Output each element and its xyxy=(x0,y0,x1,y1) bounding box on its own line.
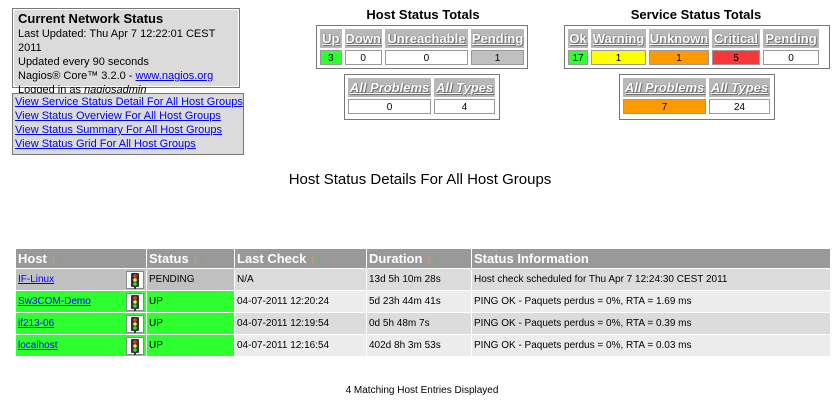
page-title: Host Status Details For All Host Groups xyxy=(288,171,552,188)
host-pending-count: 1 xyxy=(471,50,524,65)
host-link[interactable]: Sw3COM-Demo xyxy=(18,296,91,307)
col-status-info-label: Status Information xyxy=(474,251,589,266)
service-all-problems-header[interactable]: All Problems xyxy=(623,78,706,97)
host-up-count: 3 xyxy=(320,50,342,65)
status-title: Current Network Status xyxy=(18,11,164,26)
host-status-table: Host ↑↓ Status ↑↓ Last Check ↑↓ Duration… xyxy=(15,248,831,357)
last-check: N/A xyxy=(235,269,366,290)
duration: 5d 23h 44m 41s xyxy=(367,291,471,312)
sort-desc-icon[interactable]: ↓ xyxy=(432,252,438,266)
host-cell: if213-06 xyxy=(16,313,146,334)
service-warning-count: 1 xyxy=(591,50,646,65)
col-duration-label: Duration xyxy=(369,251,423,266)
col-status-label: Status xyxy=(149,251,189,266)
host-unreachable-header[interactable]: Unreachable xyxy=(384,29,469,48)
service-all-types-header[interactable]: All Types xyxy=(709,78,770,97)
last-check: 04-07-2011 12:20:24 xyxy=(235,291,366,312)
sort-desc-icon[interactable]: ↓ xyxy=(316,252,322,266)
service-all-types-count: 24 xyxy=(709,99,770,114)
update-interval: Updated every 90 seconds xyxy=(18,56,149,68)
hostgroup-links: View Service Status Detail For All Host … xyxy=(12,93,244,155)
table-header-row: Host ↑↓ Status ↑↓ Last Check ↑↓ Duration… xyxy=(16,249,830,268)
col-status: Status ↑↓ xyxy=(147,249,234,268)
matching-entries-count: 4 Matching Host Entries Displayed xyxy=(345,385,499,396)
service-pending-count: 0 xyxy=(763,50,819,65)
network-status-box: Current Network Status Last Updated: Thu… xyxy=(12,8,240,96)
host-link[interactable]: if213-06 xyxy=(18,318,54,329)
host-unreachable-count: 0 xyxy=(384,50,469,65)
last-check: 04-07-2011 12:16:54 xyxy=(235,335,366,356)
service-all-problems-count: 7 xyxy=(623,99,706,114)
status-information: Host check scheduled for Thu Apr 7 12:24… xyxy=(472,269,830,290)
last-updated: Last Updated: Thu Apr 7 12:22:01 CEST 20… xyxy=(18,28,216,54)
host-cell: localhost xyxy=(16,335,146,356)
nagios-link[interactable]: www.nagios.org xyxy=(136,70,214,82)
host-status: UP xyxy=(147,313,234,334)
duration: 13d 5h 10m 28s xyxy=(367,269,471,290)
service-totals-box: Ok Warning Unknown Critical Pending 17 1… xyxy=(564,25,830,69)
service-ok-header[interactable]: Ok xyxy=(568,29,588,48)
host-down-header[interactable]: Down xyxy=(344,29,382,48)
service-critical-count: 5 xyxy=(712,50,760,65)
host-all-types-count: 4 xyxy=(434,99,495,114)
host-status: UP xyxy=(147,335,234,356)
last-check: 04-07-2011 12:19:54 xyxy=(235,313,366,334)
status-information: PING OK - Paquets perdus = 0%, RTA = 0.3… xyxy=(472,313,830,334)
col-host-label: Host xyxy=(18,251,47,266)
link-status-summary[interactable]: View Status Summary For All Host Groups xyxy=(15,123,241,137)
service-ok-count: 17 xyxy=(568,50,588,65)
host-cell: Sw3COM-Demo xyxy=(16,291,146,312)
col-last-check: Last Check ↑↓ xyxy=(235,249,366,268)
service-unknown-count: 1 xyxy=(649,50,709,65)
link-service-detail[interactable]: View Service Status Detail For All Host … xyxy=(15,95,243,109)
host-link[interactable]: localhost xyxy=(18,340,57,351)
service-totals-title: Service Status Totals xyxy=(630,7,762,22)
host-up-header[interactable]: Up xyxy=(320,29,342,48)
table-row: localhost UP 04-07-2011 12:16:54 402d 8h 3m… xyxy=(16,335,830,356)
table-row: if213-06 UP 04-07-2011 12:19:54 0d 5h 48m 7… xyxy=(16,313,830,334)
service-critical-header[interactable]: Critical xyxy=(712,29,760,48)
service-problems-box: All Problems All Types 7 24 xyxy=(619,74,775,120)
host-all-types-header[interactable]: All Types xyxy=(434,78,495,97)
status-map-icon[interactable] xyxy=(126,271,144,289)
host-totals-title: Host Status Totals xyxy=(366,7,480,22)
host-status: UP xyxy=(147,291,234,312)
version-text: Nagios® Core™ 3.2.0 - xyxy=(18,70,136,82)
sort-desc-icon[interactable]: ↓ xyxy=(198,252,204,266)
duration: 0d 5h 48m 7s xyxy=(367,313,471,334)
version-line: Nagios® Core™ 3.2.0 - www.nagios.org xyxy=(18,69,234,83)
status-map-icon[interactable] xyxy=(126,315,144,333)
table-row: Sw3COM-Demo UP 04-07-2011 12:20:24 5d 23h 4… xyxy=(16,291,830,312)
col-duration: Duration ↑↓ xyxy=(367,249,471,268)
service-warning-header[interactable]: Warning xyxy=(591,29,646,48)
host-all-problems-header[interactable]: All Problems xyxy=(348,78,431,97)
host-all-problems-count: 0 xyxy=(348,99,431,114)
status-map-icon[interactable] xyxy=(126,337,144,355)
status-information: PING OK - Paquets perdus = 0%, RTA = 1.6… xyxy=(472,291,830,312)
host-problems-box: All Problems All Types 0 4 xyxy=(344,74,500,120)
col-last-check-label: Last Check xyxy=(237,251,307,266)
status-information: PING OK - Paquets perdus = 0%, RTA = 0.0… xyxy=(472,335,830,356)
service-unknown-header[interactable]: Unknown xyxy=(649,29,709,48)
service-pending-header[interactable]: Pending xyxy=(763,29,819,48)
table-row: IF-Linux PENDING N/A 13d 5h 10m 28s Host che… xyxy=(16,269,830,290)
col-host: Host ↑↓ xyxy=(16,249,146,268)
col-status-info: Status Information xyxy=(472,249,830,268)
host-status: PENDING xyxy=(147,269,234,290)
status-map-icon[interactable] xyxy=(126,293,144,311)
link-status-grid[interactable]: View Status Grid For All Host Groups xyxy=(15,137,241,151)
sort-desc-icon[interactable]: ↓ xyxy=(57,252,63,266)
host-down-count: 0 xyxy=(344,50,382,65)
duration: 402d 8h 3m 53s xyxy=(367,335,471,356)
link-status-overview[interactable]: View Status Overview For All Host Groups xyxy=(15,109,241,123)
host-link[interactable]: IF-Linux xyxy=(18,274,54,285)
host-cell: IF-Linux xyxy=(16,269,146,290)
host-totals-box: Up Down Unreachable Pending 3 0 0 1 xyxy=(316,25,528,69)
host-pending-header[interactable]: Pending xyxy=(471,29,525,48)
